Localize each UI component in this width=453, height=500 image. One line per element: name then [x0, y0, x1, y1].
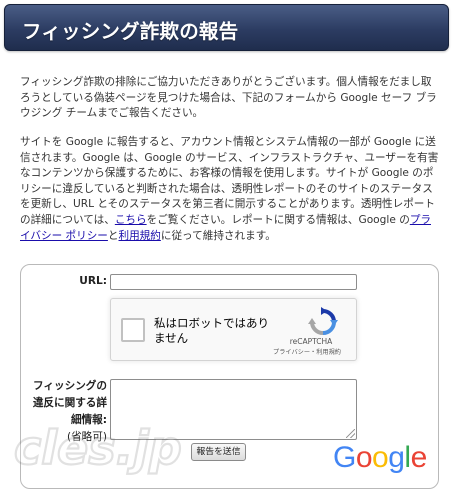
intro-paragraph: フィッシング詐欺の排除にご協力いただきありがとうございます。個人情報をだまし取ろ…: [20, 75, 440, 122]
google-logo-letter-o1: o: [356, 441, 372, 475]
page-title: フィッシング詐欺の報告: [22, 15, 238, 44]
disclosure-paragraph: サイトを Google に報告すると、アカウント情報とシステム情報の一部が Go…: [20, 135, 440, 244]
terms-link[interactable]: 利用規約: [119, 230, 161, 242]
recaptcha-terms[interactable]: プライバシー・利用規約: [259, 347, 355, 356]
google-logo: Google: [333, 441, 427, 475]
details-textarea[interactable]: [110, 379, 357, 440]
google-logo-letter-e: e: [411, 441, 427, 475]
disclosure-text-b: をご覧ください。レポートに関する情報は、Google の: [147, 214, 410, 226]
recaptcha-widget: 私はロボットではありません reCAPTCHA プライバシー・利用規約: [110, 298, 357, 361]
disclosure-text-a: サイトを Google に報告すると、アカウント情報とシステム情報の一部が Go…: [20, 136, 438, 226]
disclosure-text-d: に従って維持されます。: [161, 230, 276, 242]
submit-report-button[interactable]: 報告を送信: [191, 443, 246, 461]
recaptcha-brand: reCAPTCHA: [271, 337, 351, 346]
disclosure-text-c: と: [108, 230, 119, 242]
details-label-text: フィッシングの違反に関する詳細情報:: [33, 380, 107, 426]
transparency-report-link[interactable]: こちら: [115, 214, 147, 226]
recaptcha-checkbox-label: 私はロボットではありません: [154, 316, 269, 346]
details-optional-label: (省略可): [67, 431, 107, 443]
page-header: フィッシング詐欺の報告: [4, 4, 449, 51]
details-label: フィッシングの違反に関する詳細情報: (省略可): [27, 378, 107, 446]
resize-grip-icon[interactable]: [346, 429, 355, 438]
url-label: URL:: [69, 274, 107, 289]
google-logo-letter-g1: G: [333, 441, 356, 475]
url-input[interactable]: [110, 274, 357, 290]
recaptcha-icon: [308, 307, 338, 337]
report-form: URL: 私はロボットではありません reCAPTCHA プライバシー・利用規約…: [20, 264, 439, 489]
google-logo-letter-g2: g: [388, 441, 404, 475]
recaptcha-checkbox[interactable]: [121, 318, 145, 342]
google-logo-letter-o2: o: [372, 441, 388, 475]
